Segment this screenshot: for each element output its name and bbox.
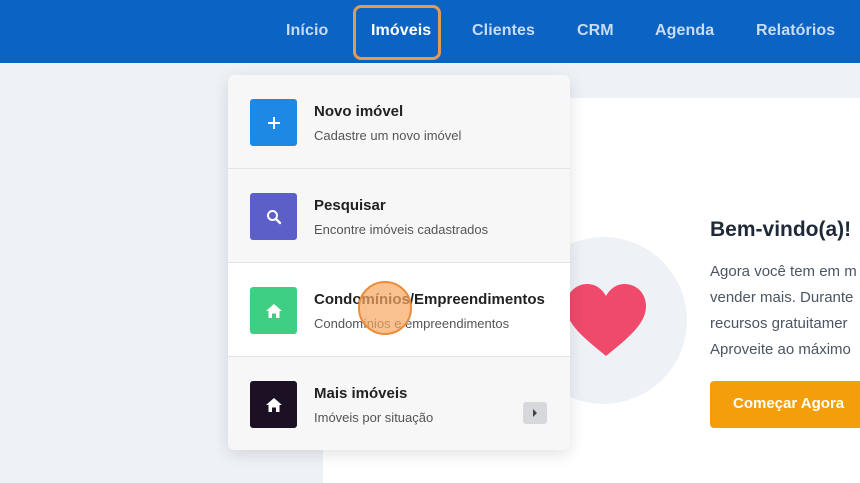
nav-item-crm[interactable]: CRM [577, 22, 614, 40]
heart-icon [566, 284, 646, 356]
welcome-title: Bem-vindo(a)! [710, 218, 852, 241]
menu-item-novo-imovel[interactable]: Novo imóvel Cadastre um novo imóvel [228, 75, 570, 168]
menu-item-pesquisar[interactable]: Pesquisar Encontre imóveis cadastrados [228, 169, 570, 262]
click-indicator [358, 281, 412, 335]
nav-item-relatorios[interactable]: Relatórios [756, 22, 835, 40]
chevron-right-icon[interactable] [523, 402, 547, 424]
home-icon [250, 287, 297, 334]
search-icon [250, 193, 297, 240]
menu-item-subtitle: Condomínios e empreendimentos [314, 316, 510, 331]
nav-item-agenda[interactable]: Agenda [655, 22, 714, 40]
top-nav-bar: Início Imóveis Clientes CRM Agenda Relat… [0, 0, 860, 63]
start-now-button[interactable]: Começar Agora [710, 381, 860, 428]
welcome-text-line: Agora você tem em m [710, 263, 857, 280]
welcome-text-line: Aproveite ao máximo [710, 341, 851, 358]
menu-item-title: Mais imóveis [314, 385, 408, 402]
menu-item-subtitle: Imóveis por situação [314, 410, 434, 425]
welcome-text-line: recursos gratuitamer [710, 315, 848, 332]
active-nav-highlight [353, 5, 441, 60]
menu-item-subtitle: Encontre imóveis cadastrados [314, 222, 489, 237]
menu-item-mais-imoveis[interactable]: Mais imóveis Imóveis por situação [228, 357, 570, 450]
nav-item-clientes[interactable]: Clientes [472, 22, 535, 40]
welcome-text-line: vender mais. Durante [710, 289, 854, 306]
plus-icon [250, 99, 297, 146]
menu-item-title: Condomínios/Empreendimentos [314, 291, 545, 308]
menu-item-title: Novo imóvel [314, 103, 404, 120]
menu-item-title: Pesquisar [314, 197, 386, 214]
home-icon [250, 381, 297, 428]
menu-item-subtitle: Cadastre um novo imóvel [314, 128, 462, 143]
nav-item-inicio[interactable]: Início [286, 22, 328, 40]
imoveis-dropdown-menu: Novo imóvel Cadastre um novo imóvel Pesq… [228, 75, 570, 450]
